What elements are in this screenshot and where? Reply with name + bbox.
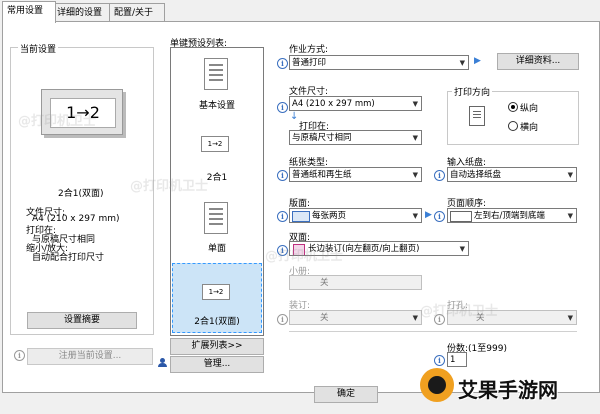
two-in-one-icon: 1→2	[202, 284, 230, 300]
orientation-group	[447, 91, 579, 145]
preset-item-basic[interactable]: 基本设置	[171, 98, 263, 111]
orientation-portrait-label[interactable]: 纵向	[520, 101, 538, 114]
paper-source-select[interactable]: 自动选择纸盘 ▼	[447, 167, 577, 182]
page-size-select[interactable]: A4 (210 x 297 mm) ▼	[289, 96, 422, 111]
info-icon[interactable]: i	[277, 170, 288, 181]
down-arrow-icon: ↓	[290, 111, 299, 122]
info-icon[interactable]: i	[277, 102, 288, 113]
watermark-text: @打印机卫士	[420, 304, 499, 319]
expand-list-button[interactable]: 扩展列表>>	[170, 338, 264, 355]
copies-input[interactable]: 1	[447, 352, 467, 367]
settings-summary-button[interactable]: 设置摘要	[27, 312, 137, 329]
orientation-portrait-radio[interactable]	[508, 102, 518, 112]
ok-button[interactable]: 确定	[314, 386, 378, 403]
info-icon: i	[277, 314, 288, 325]
info-icon: i	[14, 350, 25, 361]
preset-item-label: 2合1(双面)	[194, 317, 240, 327]
staple-select[interactable]: 关 ▼	[289, 310, 422, 325]
play-arrow-icon: ▶	[474, 56, 481, 66]
summary-line: 自动配合打印尺寸	[32, 253, 105, 263]
page-icon	[204, 202, 228, 234]
user-icon	[158, 358, 167, 367]
two-in-one-icon: 1→2	[201, 136, 229, 152]
watermark-text: @打印机卫士	[265, 249, 344, 264]
job-type-select[interactable]: 普通打印 ▼	[289, 55, 469, 70]
job-type-label: 作业方式:	[289, 45, 329, 55]
preset-item-single-sided[interactable]: 单面	[171, 241, 263, 254]
tab-common-settings[interactable]: 常用设置	[2, 1, 56, 23]
booklet-select[interactable]: 关	[289, 275, 422, 290]
register-current-settings-button[interactable]: 注册当前设置...	[27, 348, 153, 365]
page-order-icon	[450, 211, 472, 222]
layout-select[interactable]: 每张两页 ▼	[289, 208, 422, 223]
info-icon[interactable]: i	[434, 355, 445, 366]
details-button[interactable]: 详细资料...	[497, 53, 579, 70]
media-type-select[interactable]: 普通纸和再生纸 ▼	[289, 167, 422, 182]
watermark-text: @打印机卫士	[130, 179, 209, 194]
brand-logo-text: 艾果手游网	[458, 378, 558, 402]
info-icon[interactable]: i	[434, 170, 445, 181]
orientation-landscape-label[interactable]: 横向	[520, 120, 538, 133]
divider	[289, 331, 577, 332]
current-settings-legend: 当前设置	[18, 42, 59, 55]
page-icon	[204, 58, 228, 90]
tab-configuration-about[interactable]: 配置/关于	[109, 3, 165, 22]
watermark-text: @打印机卫士	[18, 114, 97, 129]
info-icon[interactable]: i	[277, 58, 288, 69]
page-order-select[interactable]: 左到右/顶端到底端 ▼	[447, 208, 577, 223]
layout-icon	[292, 211, 310, 222]
brand-logo-icon	[420, 368, 454, 402]
orientation-landscape-radio[interactable]	[508, 121, 518, 131]
print-on-select[interactable]: 与原稿尺寸相同 ▼	[289, 130, 422, 145]
preview-caption: 2合1(双面)	[58, 189, 104, 199]
portrait-page-icon	[469, 106, 485, 126]
orientation-legend: 打印方向	[452, 85, 493, 98]
info-icon[interactable]: i	[277, 211, 288, 222]
play-arrow-icon: ▶	[425, 210, 432, 220]
tab-detailed-settings[interactable]: 详细的设置	[52, 3, 114, 22]
preset-item-2in1-duplex[interactable]: 1→2 2合1(双面)	[172, 263, 262, 333]
manage-button[interactable]: 管理...	[170, 356, 264, 373]
info-icon[interactable]: i	[434, 211, 445, 222]
tab-bar: 常用设置 详细的设置 配置/关于	[0, 0, 600, 23]
